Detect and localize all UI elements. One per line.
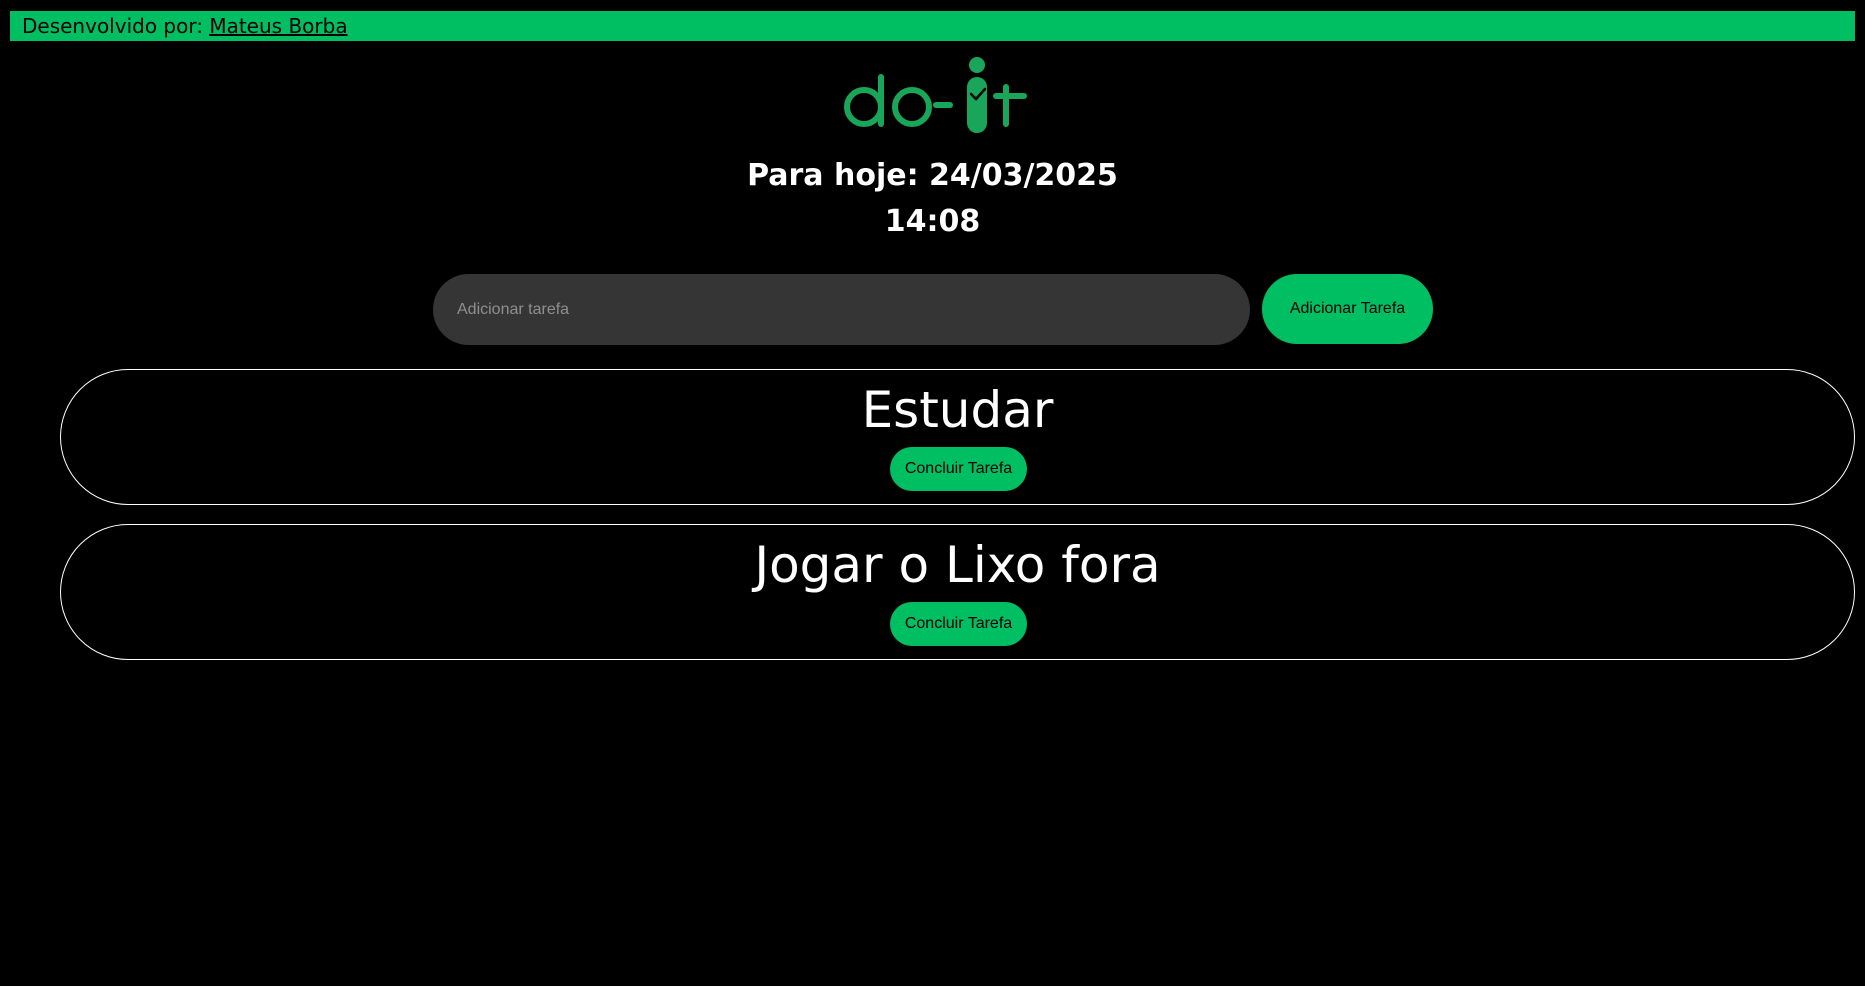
- add-task-button[interactable]: Adicionar Tarefa: [1262, 274, 1433, 344]
- today-date: Para hoje: 24/03/2025: [747, 158, 1118, 193]
- credit-prefix: Desenvolvido por:: [22, 14, 210, 38]
- do-it-logo: [844, 57, 1027, 133]
- task-card: Jogar o Lixo fora Concluir Tarefa: [60, 524, 1855, 660]
- conclude-task-button[interactable]: Concluir Tarefa: [890, 447, 1027, 491]
- conclude-task-button[interactable]: Concluir Tarefa: [890, 602, 1027, 646]
- app-page: Desenvolvido por: Mateus Borba Para hoje…: [0, 0, 1865, 986]
- task-title: Estudar: [861, 381, 1054, 439]
- task-list: Estudar Concluir Tarefa Jogar o Lixo for…: [60, 369, 1855, 679]
- author-link[interactable]: Mateus Borba: [209, 14, 347, 38]
- task-input[interactable]: [433, 274, 1250, 345]
- current-time: 14:08: [884, 204, 981, 239]
- task-title: Jogar o Lixo fora: [754, 536, 1161, 594]
- credit-bar: Desenvolvido por: Mateus Borba: [10, 11, 1855, 41]
- task-card: Estudar Concluir Tarefa: [60, 369, 1855, 505]
